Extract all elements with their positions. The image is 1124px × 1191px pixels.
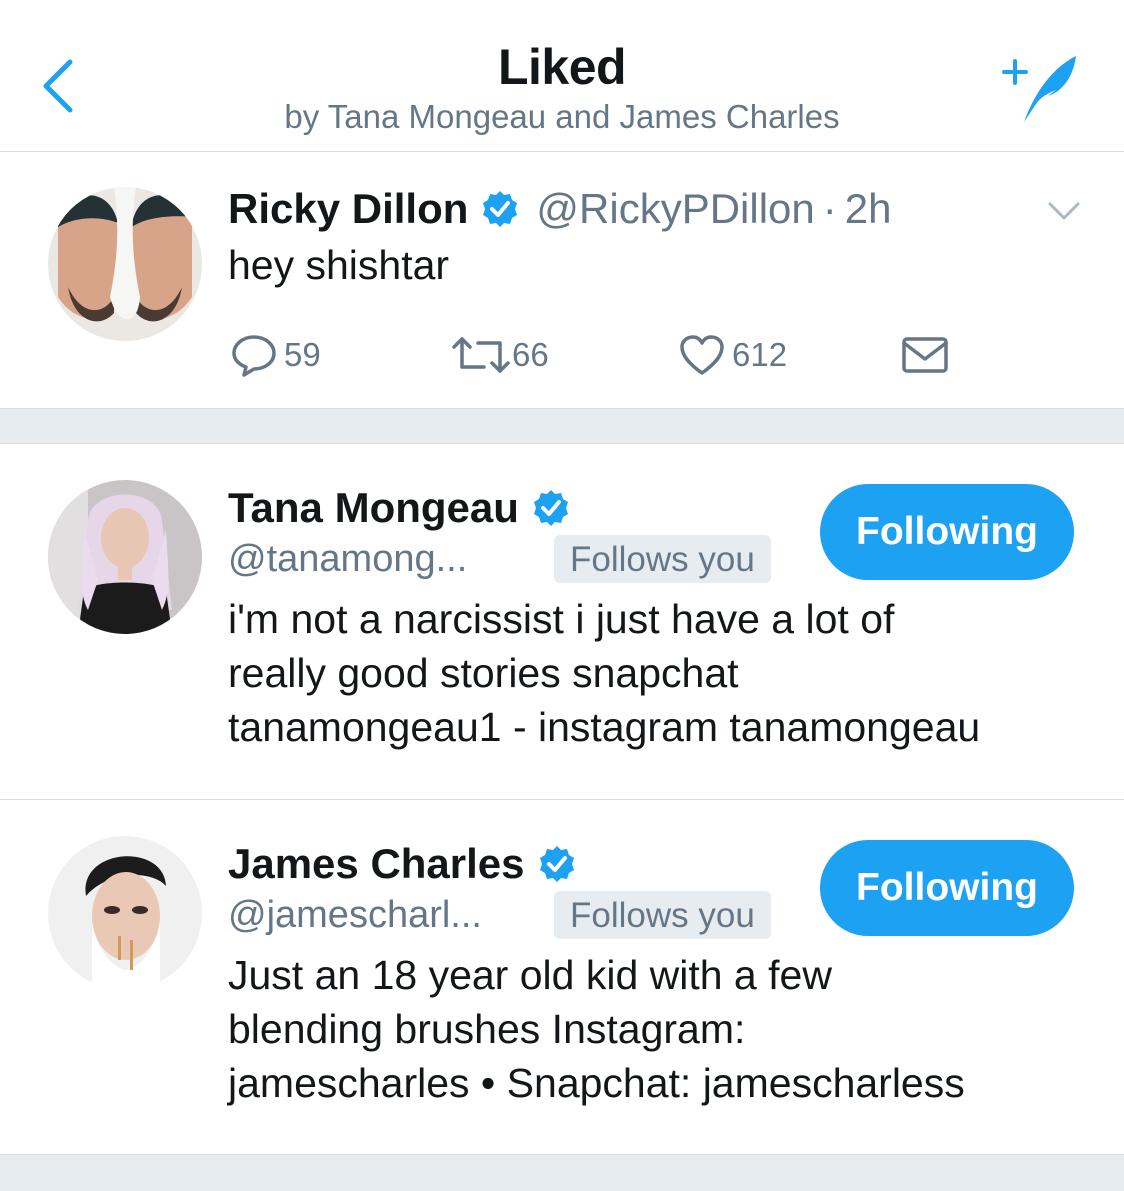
avatar-image — [48, 187, 202, 341]
retweet-count: 66 — [512, 336, 549, 373]
tweet-timestamp[interactable]: 2h — [845, 185, 892, 233]
following-button[interactable]: Following — [820, 484, 1074, 580]
verified-badge-icon — [483, 191, 518, 227]
tweet[interactable]: Ricky Dillon @RickyPDillon · 2h hey shis… — [0, 153, 1124, 408]
avatar[interactable] — [48, 480, 202, 634]
reply-count: 59 — [284, 336, 321, 373]
compose-feather-icon — [1002, 56, 1076, 122]
user-display-name[interactable]: Tana Mongeau — [228, 484, 519, 532]
verified-badge-icon — [533, 490, 568, 526]
tweet-text: hey shishtar — [228, 242, 450, 288]
bio-line: i'm not a narcissist i just have a lot o… — [228, 596, 895, 642]
chevron-down-icon — [1048, 202, 1080, 220]
compose-tweet-button[interactable] — [996, 50, 1086, 126]
user-bio: Just an 18 year old kid with a few blend… — [228, 948, 1108, 1110]
avatar-image — [48, 480, 202, 634]
user-name-row: James Charles — [228, 840, 577, 888]
follows-you-badge: Follows you — [554, 891, 771, 939]
section-divider — [0, 408, 1124, 444]
avatar[interactable] — [48, 836, 202, 990]
tweet-author-name[interactable]: Ricky Dillon — [228, 185, 468, 233]
following-button[interactable]: Following — [820, 840, 1074, 936]
direct-message-button[interactable] — [900, 333, 950, 377]
user-display-name[interactable]: James Charles — [228, 840, 525, 888]
bio-line: blending brushes Instagram: — [228, 1006, 746, 1052]
retweet-icon — [452, 337, 510, 373]
tweet-author-handle[interactable]: @RickyPDillon — [536, 185, 814, 233]
page-title: Liked — [497, 39, 627, 95]
like-count: 612 — [732, 336, 788, 373]
retweet-button[interactable]: 66 — [450, 333, 549, 377]
tweet-header: Ricky Dillon @RickyPDillon · 2h — [228, 185, 891, 233]
bio-line: tanamongeau1 - instagram tanamongeau — [228, 704, 981, 750]
like-button[interactable]: 612 — [678, 333, 787, 377]
section-divider — [0, 1155, 1124, 1191]
verified-badge-icon — [539, 846, 574, 882]
bio-line: Just an 18 year old kid with a few — [228, 952, 832, 998]
bio-line: really good stories snapchat — [228, 650, 739, 696]
follows-you-badge: Follows you — [554, 535, 771, 583]
user-bio: i'm not a narcissist i just have a lot o… — [228, 592, 1108, 754]
timestamp-separator: · — [822, 185, 837, 232]
bio-line: jamescharles • Snapchat: jamescharless — [228, 1060, 965, 1106]
avatar-image — [48, 836, 202, 990]
user-handle: @jamescharl... — [228, 894, 482, 936]
heart-icon — [680, 335, 724, 375]
envelope-icon — [902, 337, 948, 373]
user-handle: @tanamong... — [228, 538, 468, 580]
avatar[interactable] — [48, 187, 202, 341]
reply-icon — [232, 335, 276, 377]
tweet-menu-button[interactable] — [1044, 196, 1084, 226]
reply-button[interactable]: 59 — [230, 333, 321, 377]
nav-header: Liked by Tana Mongeau and James Charles — [0, 0, 1124, 152]
user-card[interactable]: Tana Mongeau @tanamong... Follows you Fo… — [0, 444, 1124, 800]
user-card[interactable]: James Charles @jamescharl... Follows you… — [0, 800, 1124, 1155]
user-name-row: Tana Mongeau — [228, 484, 571, 532]
page-subtitle: by Tana Mongeau and James Charles — [284, 98, 840, 135]
